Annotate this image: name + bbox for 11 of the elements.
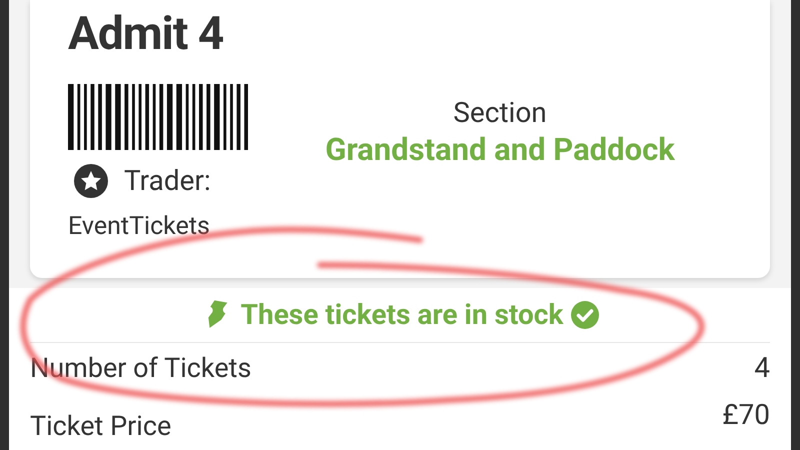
admit-count: Admit 4 [68,6,224,62]
section-label: Section [453,96,547,130]
detail-value: 4 [754,352,770,384]
barcode-icon [68,84,248,150]
trader-name: EventTickets [68,212,211,242]
trader-label: Trader: [124,164,211,198]
check-circle-icon [571,301,600,329]
section-name: Grandstand and Paddock [325,130,675,170]
detail-label: Ticket Price [30,411,172,441]
detail-value: £70 [722,399,770,431]
stock-notice: These tickets are in stock [240,298,564,332]
